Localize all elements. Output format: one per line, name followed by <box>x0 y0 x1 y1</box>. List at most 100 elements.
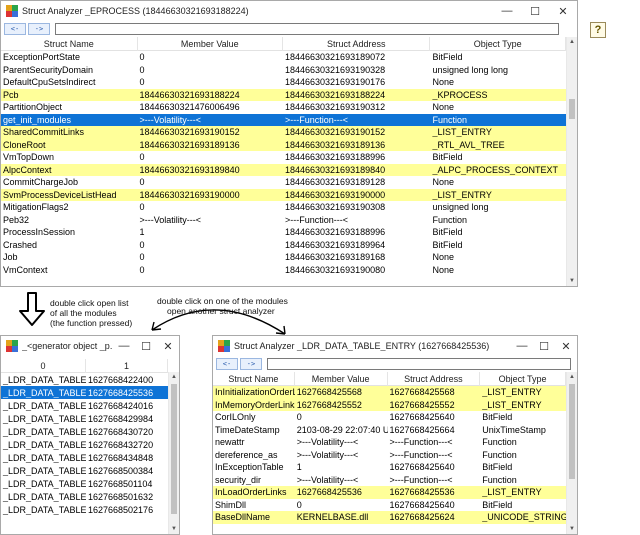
column-header-object-type[interactable]: Object Type <box>430 36 566 51</box>
scroll-down-icon[interactable]: ▼ <box>567 276 577 286</box>
table-row[interactable]: InExceptionTable 1 1627668425640 BitField <box>213 461 566 474</box>
path-input[interactable] <box>55 23 559 35</box>
table-row[interactable]: newattr >---Volatility---< >---Function---… <box>213 436 566 449</box>
generator-scrollbar[interactable]: ▲ ▼ <box>168 372 179 534</box>
main-scrollbar[interactable]: ▲ ▼ <box>566 37 577 286</box>
help-icon[interactable]: ? <box>590 22 606 38</box>
table-cell-address: 18446630321693189136 <box>285 139 386 150</box>
maximize-icon[interactable]: ☐ <box>521 1 549 21</box>
table-cell-c0: _LDR_DATA_TABLE_ENT <box>3 439 86 450</box>
table-row[interactable]: _LDR_DATA_TABLE_ENT1627668500384 <box>1 464 168 477</box>
table-row[interactable]: SharedCommitLinks 18446630321693190152 184… <box>1 126 566 139</box>
scroll-up-icon[interactable]: ▲ <box>567 37 577 47</box>
minimize-icon[interactable]: — <box>113 336 135 356</box>
table-cell-type: Function <box>482 437 517 448</box>
table-row[interactable]: CommitChargeJob 0 18446630321693189128 None <box>1 176 566 189</box>
table-row[interactable]: DefaultCpuSetsIndirect 0 18446630321693190… <box>1 76 566 89</box>
table-row[interactable]: _LDR_DATA_TABLE_ENT1627668422400 <box>1 373 168 386</box>
table-cell-type: None <box>432 177 454 188</box>
table-cell-name: TimeDateStamp <box>215 424 280 435</box>
table-cell-name: BaseDllName <box>215 512 271 523</box>
table-row[interactable]: Crashed 0 18446630321693189964 BitField <box>1 239 566 252</box>
table-row[interactable]: _LDR_DATA_TABLE_ENT1627668429984 <box>1 412 168 425</box>
table-row[interactable]: VmContext 0 18446630321693190080 None <box>1 264 566 277</box>
scroll-up-icon[interactable]: ▲ <box>169 372 179 382</box>
table-cell-c1: 1627668429984 <box>88 413 154 424</box>
path-input[interactable] <box>267 358 571 370</box>
table-row[interactable]: Peb32 >---Volatility---< >---Function---< F… <box>1 214 566 227</box>
table-cell-address: 18446630321693188996 <box>285 227 386 238</box>
table-row[interactable]: TimeDateStamp 2103-08-29 22:07:40 UTC1627… <box>213 424 566 437</box>
forward-button[interactable]: -> <box>240 358 262 370</box>
scroll-down-icon[interactable]: ▼ <box>567 524 577 534</box>
table-row[interactable]: _LDR_DATA_TABLE_ENT1627668430720 <box>1 425 168 438</box>
ldr-scrollbar[interactable]: ▲ ▼ <box>566 372 577 534</box>
table-row[interactable]: InLoadOrderLinks 1627668425536 16276684255… <box>213 486 566 499</box>
column-header-member-value[interactable]: Member Value <box>138 36 283 51</box>
forward-button[interactable]: -> <box>28 23 50 35</box>
table-cell-value: 1 <box>139 227 145 238</box>
table-row[interactable]: _LDR_DATA_TABLE_ENT1627668502176 <box>1 503 168 516</box>
maximize-icon[interactable]: ☐ <box>135 336 157 356</box>
column-header-struct-name[interactable]: Struct Name <box>1 36 138 51</box>
back-button[interactable]: <- <box>216 358 238 370</box>
maximize-icon[interactable]: ☐ <box>533 336 555 356</box>
table-row[interactable]: Job 0 18446630321693189168 None <box>1 251 566 264</box>
table-row[interactable]: CorILOnly 0 1627668425640 BitField <box>213 411 566 424</box>
table-row[interactable]: ProcessInSession 1 18446630321693188996 Bit… <box>1 226 566 239</box>
table-row[interactable]: security_dir >---Volatility---< >---Functi… <box>213 474 566 487</box>
table-cell-c1: 1627668501632 <box>88 491 154 502</box>
scrollbar-thumb[interactable] <box>171 384 177 514</box>
table-row[interactable]: MitigationFlags2 0 18446630321693190308 uns… <box>1 201 566 214</box>
table-row[interactable]: InInitializationOrderLir 1627668425568 162… <box>213 386 566 399</box>
table-row[interactable]: _LDR_DATA_TABLE_ENT1627668425536 <box>1 386 168 399</box>
table-cell-address: 18446630321693190152 <box>285 127 386 138</box>
table-row[interactable]: AlpcContext 18446630321693189840 184466303… <box>1 163 566 176</box>
table-cell-type: Function <box>482 474 517 485</box>
table-row[interactable]: CloneRoot 18446630321693189136 18446630321… <box>1 138 566 151</box>
scroll-up-icon[interactable]: ▲ <box>567 372 577 382</box>
table-cell-name: InInitializationOrderLir <box>215 387 295 398</box>
column-header-struct-address[interactable]: Struct Address <box>283 36 431 51</box>
table-row[interactable]: Pcb 18446630321693188224 18446630321693188… <box>1 88 566 101</box>
generator-window-title: _<generator object _p... <box>22 341 113 351</box>
close-icon[interactable]: ✕ <box>555 336 577 356</box>
table-cell-c0: _LDR_DATA_TABLE_ENT <box>3 478 86 489</box>
table-cell-value: >---Volatility---< <box>296 437 359 448</box>
column-header-member-value[interactable]: Member Value <box>295 371 388 386</box>
table-cell-address: 18446630321693190308 <box>285 202 386 213</box>
table-row[interactable]: InMemoryOrderLinks 1627668425552 162766842… <box>213 398 566 411</box>
table-cell-value: 18446630321693188224 <box>139 89 240 100</box>
table-row[interactable]: ExceptionPortState 0 18446630321693189072 B… <box>1 51 566 64</box>
table-cell-type: BitField <box>482 412 513 423</box>
app-icon <box>6 5 18 17</box>
table-row[interactable]: get_init_modules >---Volatility---< >---Fu… <box>1 113 566 126</box>
column-header-struct-address[interactable]: Struct Address <box>388 371 481 386</box>
table-row[interactable]: ShimDll 0 1627668425640 BitField <box>213 499 566 512</box>
table-row[interactable]: dereference_as >---Volatility---< >---Func… <box>213 449 566 462</box>
table-cell-address: 1627668425624 <box>389 512 455 523</box>
close-icon[interactable]: ✕ <box>549 1 577 21</box>
column-header-struct-name[interactable]: Struct Name <box>213 371 295 386</box>
table-row[interactable]: _LDR_DATA_TABLE_ENT1627668424016 <box>1 399 168 412</box>
back-button[interactable]: <- <box>4 23 26 35</box>
table-row[interactable]: ParentSecurityDomain 0 1844663032169319032… <box>1 64 566 77</box>
table-cell-address: 18446630321693189072 <box>285 52 386 63</box>
table-row[interactable]: BaseDllName KERNELBASE.dll 1627668425624 _U… <box>213 511 566 524</box>
table-row[interactable]: _LDR_DATA_TABLE_ENT1627668432720 <box>1 438 168 451</box>
table-row[interactable]: PartitionObject 18446630321476006496 18446… <box>1 101 566 114</box>
column-header-0[interactable]: 0 <box>1 359 86 373</box>
table-row[interactable]: SvmProcessDeviceListHead 1844663032169319… <box>1 188 566 201</box>
table-row[interactable]: _LDR_DATA_TABLE_ENT1627668501104 <box>1 477 168 490</box>
scrollbar-thumb[interactable] <box>569 99 575 119</box>
table-row[interactable]: VmTopDown 0 18446630321693188996 BitField <box>1 151 566 164</box>
table-row[interactable]: _LDR_DATA_TABLE_ENT1627668434848 <box>1 451 168 464</box>
scroll-down-icon[interactable]: ▼ <box>169 524 179 534</box>
table-row[interactable]: _LDR_DATA_TABLE_ENT1627668501632 <box>1 490 168 503</box>
column-header-1[interactable]: 1 <box>86 359 168 373</box>
close-icon[interactable]: ✕ <box>157 336 179 356</box>
scrollbar-thumb[interactable] <box>569 384 575 479</box>
minimize-icon[interactable]: — <box>493 1 521 21</box>
minimize-icon[interactable]: — <box>511 336 533 356</box>
column-header-object-type[interactable]: Object Type <box>480 371 566 386</box>
